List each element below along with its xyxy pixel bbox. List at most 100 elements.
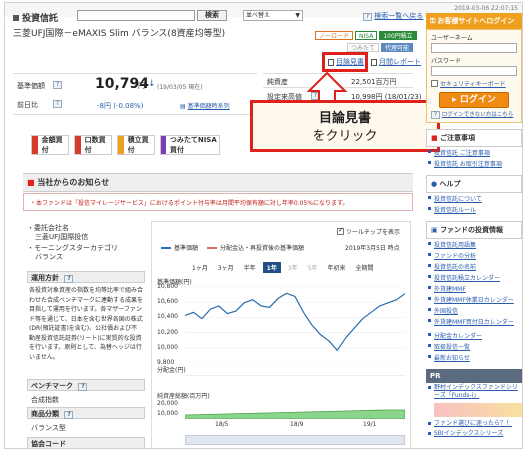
pr-item-0[interactable]: 野村インデックスファンドシリーズ「Funds-i」 bbox=[426, 383, 522, 401]
tools-link-4[interactable]: 外貨建MMF bbox=[426, 283, 522, 294]
tools-link2-2[interactable]: 最新お知らせ bbox=[426, 352, 522, 363]
prospectus-link[interactable]: 目論見書 bbox=[328, 57, 364, 67]
tools-link-7[interactable]: 外貨建MMF買付日カレンダー bbox=[426, 316, 522, 327]
chevron-down-icon: ▼ bbox=[295, 12, 300, 19]
x-tick-2: 19/1 bbox=[363, 421, 377, 428]
search-button[interactable]: 検索 bbox=[197, 10, 227, 21]
button-accent bbox=[118, 136, 124, 154]
y-tick-2: 10,400 bbox=[157, 313, 178, 321]
monthly-report-link[interactable]: 月間レポート bbox=[371, 57, 421, 67]
tools-link2-0[interactable]: 分配金カレンダー bbox=[426, 330, 522, 341]
help-icon[interactable]: ? bbox=[78, 383, 88, 391]
y-tick-3: 10,200 bbox=[157, 328, 178, 336]
asset-tick-0: 20,000 bbox=[157, 400, 178, 407]
attention-header: ■ ご注意事項 bbox=[426, 129, 522, 147]
code-title-bar: 協会コード bbox=[27, 437, 145, 448]
tag-100yen: 100円積立 bbox=[379, 31, 417, 40]
recurring-buy-button[interactable]: 積立買付 bbox=[117, 135, 155, 155]
tools-link-5[interactable]: 外貨建MMF休業日カレンダー bbox=[426, 294, 522, 305]
help-link-1[interactable]: 投資信託ルール bbox=[426, 204, 522, 215]
callout-line1: 目論見書 bbox=[318, 111, 371, 126]
y-tick-0: 10,800 bbox=[157, 283, 178, 290]
legend-reinvest: 分配金込・再投資後の基準価額 bbox=[220, 245, 305, 252]
search-help-link[interactable]: ? 検索一覧へ戻る bbox=[363, 11, 423, 21]
product-category-title-bar: 商品分類 ? bbox=[27, 407, 145, 419]
help-icon[interactable]: ? bbox=[53, 81, 62, 89]
nav-date: (19/03/05 現在) bbox=[157, 84, 203, 91]
tag-nisa: NISA bbox=[355, 31, 378, 40]
period-1y[interactable]: 1年 bbox=[262, 262, 281, 273]
browser-frame: 2019-03-06 22:07:15 投資信託 検索 並べ替え ▼ ? 検索一… bbox=[4, 2, 523, 449]
attention-link-0[interactable]: 投資信託 ご注意事項 bbox=[426, 147, 522, 158]
distribution-panel bbox=[185, 375, 405, 385]
username-label: ユーザーネーム bbox=[431, 35, 473, 42]
username-field[interactable] bbox=[431, 43, 517, 53]
sort-value: 並べ替え bbox=[246, 12, 271, 19]
help-icon: ? bbox=[363, 13, 372, 21]
category-value: バランス bbox=[35, 253, 63, 261]
login-help-link[interactable]: ? ログインできない方はこちら bbox=[431, 110, 517, 119]
period-3y[interactable]: 3年 bbox=[285, 262, 301, 273]
sort-select[interactable]: 並べ替え ▼ bbox=[243, 10, 303, 21]
tools-link-2[interactable]: 投資信託の名前 bbox=[426, 261, 522, 272]
period-5y[interactable]: 5年 bbox=[305, 262, 321, 273]
checkbox[interactable] bbox=[431, 80, 438, 87]
nav-history-link[interactable]: ▤ 基準価額時系列 bbox=[180, 101, 230, 110]
net-assets-label: 純資産 bbox=[267, 78, 288, 86]
period-1m[interactable]: 1ヶ月 bbox=[189, 262, 211, 273]
security-keyboard-link[interactable]: セキュリティキーボード bbox=[431, 79, 517, 88]
policy-title-bar: 運用方針 ? bbox=[27, 271, 145, 283]
callout-line2: をクリック bbox=[312, 129, 378, 144]
help-icon[interactable]: ? bbox=[64, 275, 74, 283]
tools-link-3[interactable]: 投資信託積立カレンダー bbox=[426, 272, 522, 283]
prev-day-value: -8円 (-0.08%) bbox=[97, 102, 144, 110]
help-icon: ? bbox=[431, 111, 440, 119]
help-icon[interactable]: ? bbox=[53, 100, 62, 108]
tooltip-toggle[interactable]: ✓ ツールチップを表示 bbox=[337, 226, 400, 236]
notice-title-bar: ■ 当社からのお知らせ bbox=[23, 173, 413, 192]
attention-link-1[interactable]: 投資信託 お取引注意事項 bbox=[426, 158, 522, 169]
book-icon: ▣ bbox=[431, 226, 438, 234]
password-field[interactable] bbox=[431, 66, 517, 76]
period-6m[interactable]: 半年 bbox=[241, 262, 259, 273]
period-all[interactable]: 全期間 bbox=[353, 262, 377, 273]
period-ytd[interactable]: 年初来 bbox=[325, 262, 349, 273]
tools-link-6[interactable]: 外国投信 bbox=[426, 305, 522, 316]
code-title: 協会コード bbox=[31, 440, 66, 448]
login-button[interactable]: ▸ ログイン bbox=[439, 92, 509, 108]
button-accent bbox=[75, 136, 81, 154]
buy-amount-button[interactable]: 金額買付 bbox=[31, 135, 69, 155]
help-link-0[interactable]: 投資信託について bbox=[426, 193, 522, 204]
nav-label: 基準価額 bbox=[17, 82, 45, 90]
range-navigator[interactable] bbox=[185, 435, 405, 445]
pr-banner[interactable] bbox=[434, 403, 522, 417]
play-icon: ▸ bbox=[452, 95, 457, 105]
chart-date: 2019年3月5日 時点 bbox=[345, 245, 400, 252]
tools-link-0[interactable]: 投資信託用語集 bbox=[426, 239, 522, 250]
policy-title: 運用方針 bbox=[31, 274, 59, 282]
search-input[interactable] bbox=[77, 10, 195, 21]
fund-tags: ノーロード NISA 100円積立 bbox=[315, 31, 417, 40]
sidebar: ⚿ お客様サイトへログイン ユーザーネーム パスワード セキュリティキーボード … bbox=[426, 13, 522, 439]
tools-link-1[interactable]: ファンドの分析 bbox=[426, 250, 522, 261]
pr-item-1[interactable]: ファンド選びに迷ったら？！ bbox=[426, 419, 522, 429]
y-tick-1: 10,600 bbox=[157, 298, 178, 306]
tsumitate-nisa-button[interactable]: つみたてNISA買付 bbox=[160, 135, 220, 155]
pr-item-2[interactable]: SBIインデックスシリーズ bbox=[426, 429, 522, 439]
document-icon bbox=[328, 58, 334, 66]
prev-day-label: 前日比 bbox=[17, 101, 38, 109]
login-box: ユーザーネーム パスワード セキュリティキーボード ▸ ログイン ? ログインで… bbox=[426, 29, 522, 123]
legend-swatch-nav bbox=[161, 246, 171, 249]
buy-units-button[interactable]: 口数買付 bbox=[74, 135, 112, 155]
legend-nav: 基準価額 bbox=[174, 245, 199, 252]
pr-header: PR bbox=[426, 369, 522, 383]
callout-box: 目論見書 をクリック bbox=[250, 100, 440, 152]
nav-unit: 円 bbox=[138, 82, 145, 90]
tools-link2-1[interactable]: 取扱投信一覧 bbox=[426, 341, 522, 352]
brand-icon bbox=[13, 14, 19, 21]
checkbox[interactable]: ✓ bbox=[337, 226, 344, 235]
help-icon[interactable]: ? bbox=[64, 411, 74, 419]
period-3m[interactable]: 3ヶ月 bbox=[215, 262, 237, 273]
y-axis: 10,800 10,600 10,400 10,200 10,000 9,800 bbox=[157, 283, 185, 366]
timestamp: 2019-03-06 22:07:15 bbox=[454, 5, 518, 12]
